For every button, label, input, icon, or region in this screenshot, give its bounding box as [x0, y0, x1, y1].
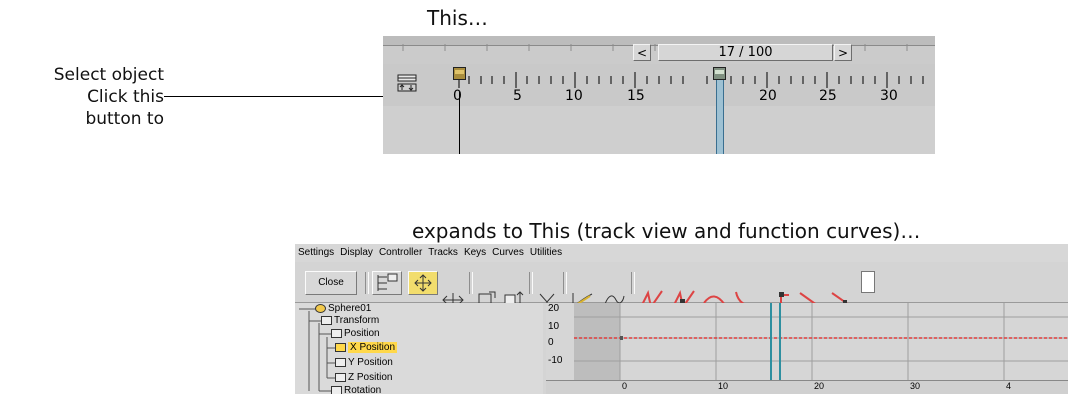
value-field[interactable] [861, 271, 875, 293]
timeline-tick-label: 25 [819, 88, 837, 104]
curve-editor-toggle-icon[interactable] [397, 74, 417, 92]
object-icon [315, 303, 326, 313]
menu-settings[interactable]: Settings [295, 244, 337, 262]
menu-bar: Settings Display Controller Tracks Keys Curve… [295, 244, 1068, 262]
y-axis-label: 0 [548, 337, 554, 348]
position-icon [331, 328, 342, 338]
x-axis-label: 20 [814, 381, 825, 391]
toolbar-separator [365, 272, 369, 294]
rotation-icon [331, 385, 342, 394]
side-note-line3: button to [85, 109, 164, 129]
track-view-window: Settings Display Controller Tracks Keys Curve… [295, 244, 1068, 394]
toolbar: Close [295, 262, 1068, 310]
menu-tracks[interactable]: Tracks [425, 244, 461, 262]
menu-curves[interactable]: Curves [489, 244, 527, 262]
timeline-tick-label: 30 [880, 88, 898, 104]
timeline-tick-label: 5 [513, 88, 522, 104]
lower-panel [383, 106, 935, 154]
tree-item-x-position[interactable]: X Position [335, 342, 398, 354]
tree-item-rotation[interactable]: Rotation [331, 385, 381, 394]
toolbar-separator [631, 272, 635, 294]
tree-item-z-position[interactable]: Z Position [335, 372, 392, 384]
time-slider-thumb[interactable]: 17 / 100 [658, 44, 833, 61]
tree-item-transform[interactable]: Transform [321, 315, 379, 327]
time-ruler[interactable]: 0 10 20 30 4 [546, 380, 1068, 394]
function-curve-graph[interactable]: 20 10 0 -10 0 10 20 30 4 [546, 303, 1068, 394]
transform-icon [321, 315, 332, 325]
toolbar-separator [469, 272, 473, 294]
filters-icon[interactable] [372, 271, 402, 295]
toolbar-separator [563, 272, 567, 294]
caption-this: This… [427, 6, 488, 30]
prev-frame-button[interactable]: < [633, 44, 651, 61]
keyframe-marker-icon[interactable] [713, 65, 726, 80]
menu-display[interactable]: Display [337, 244, 376, 262]
y-axis-label: 10 [548, 321, 560, 332]
keyframe-marker-icon[interactable] [453, 65, 466, 80]
timeline-tick-label: 10 [565, 88, 583, 104]
timeline-tick-label: 0 [453, 88, 462, 104]
side-note-line1: Select object [53, 65, 164, 85]
z-position-icon [335, 372, 346, 382]
caption-expands: expands to This (track view and function… [412, 219, 921, 243]
x-axis-label: 0 [622, 381, 628, 391]
track-hierarchy: Sphere01 Transform Position X Position Y… [295, 303, 543, 394]
track-bar[interactable]: 0 5 10 15 20 25 30 [383, 64, 935, 106]
frame-zero-line [459, 92, 460, 154]
tree-item-position[interactable]: Position [331, 328, 380, 340]
time-slider-panel: < 17 / 100 > 0 5 10 15 20 25 30 [383, 36, 935, 154]
callout-line [164, 96, 394, 97]
move-keys-icon[interactable] [408, 271, 438, 295]
y-axis-label: -10 [548, 355, 563, 366]
x-axis-label: 4 [1006, 381, 1012, 391]
toolbar-separator [529, 272, 533, 294]
tree-item-y-position[interactable]: Y Position [335, 357, 393, 369]
close-button[interactable]: Close [305, 271, 357, 295]
tree-item-object[interactable]: Sphere01 [315, 303, 371, 315]
menu-utilities[interactable]: Utilities [527, 244, 565, 262]
menu-controller[interactable]: Controller [376, 244, 425, 262]
timeline-tick-label: 15 [627, 88, 645, 104]
timeline-tick-label: 20 [759, 88, 777, 104]
menu-keys[interactable]: Keys [461, 244, 489, 262]
x-position-icon [335, 342, 346, 352]
current-frame-marker[interactable] [716, 80, 724, 154]
y-axis-label: 20 [548, 303, 560, 314]
y-position-icon [335, 357, 346, 367]
side-note-line2: Click this [87, 87, 164, 107]
next-frame-button[interactable]: > [834, 44, 852, 61]
x-axis-label: 10 [718, 381, 729, 391]
x-axis-label: 30 [910, 381, 921, 391]
